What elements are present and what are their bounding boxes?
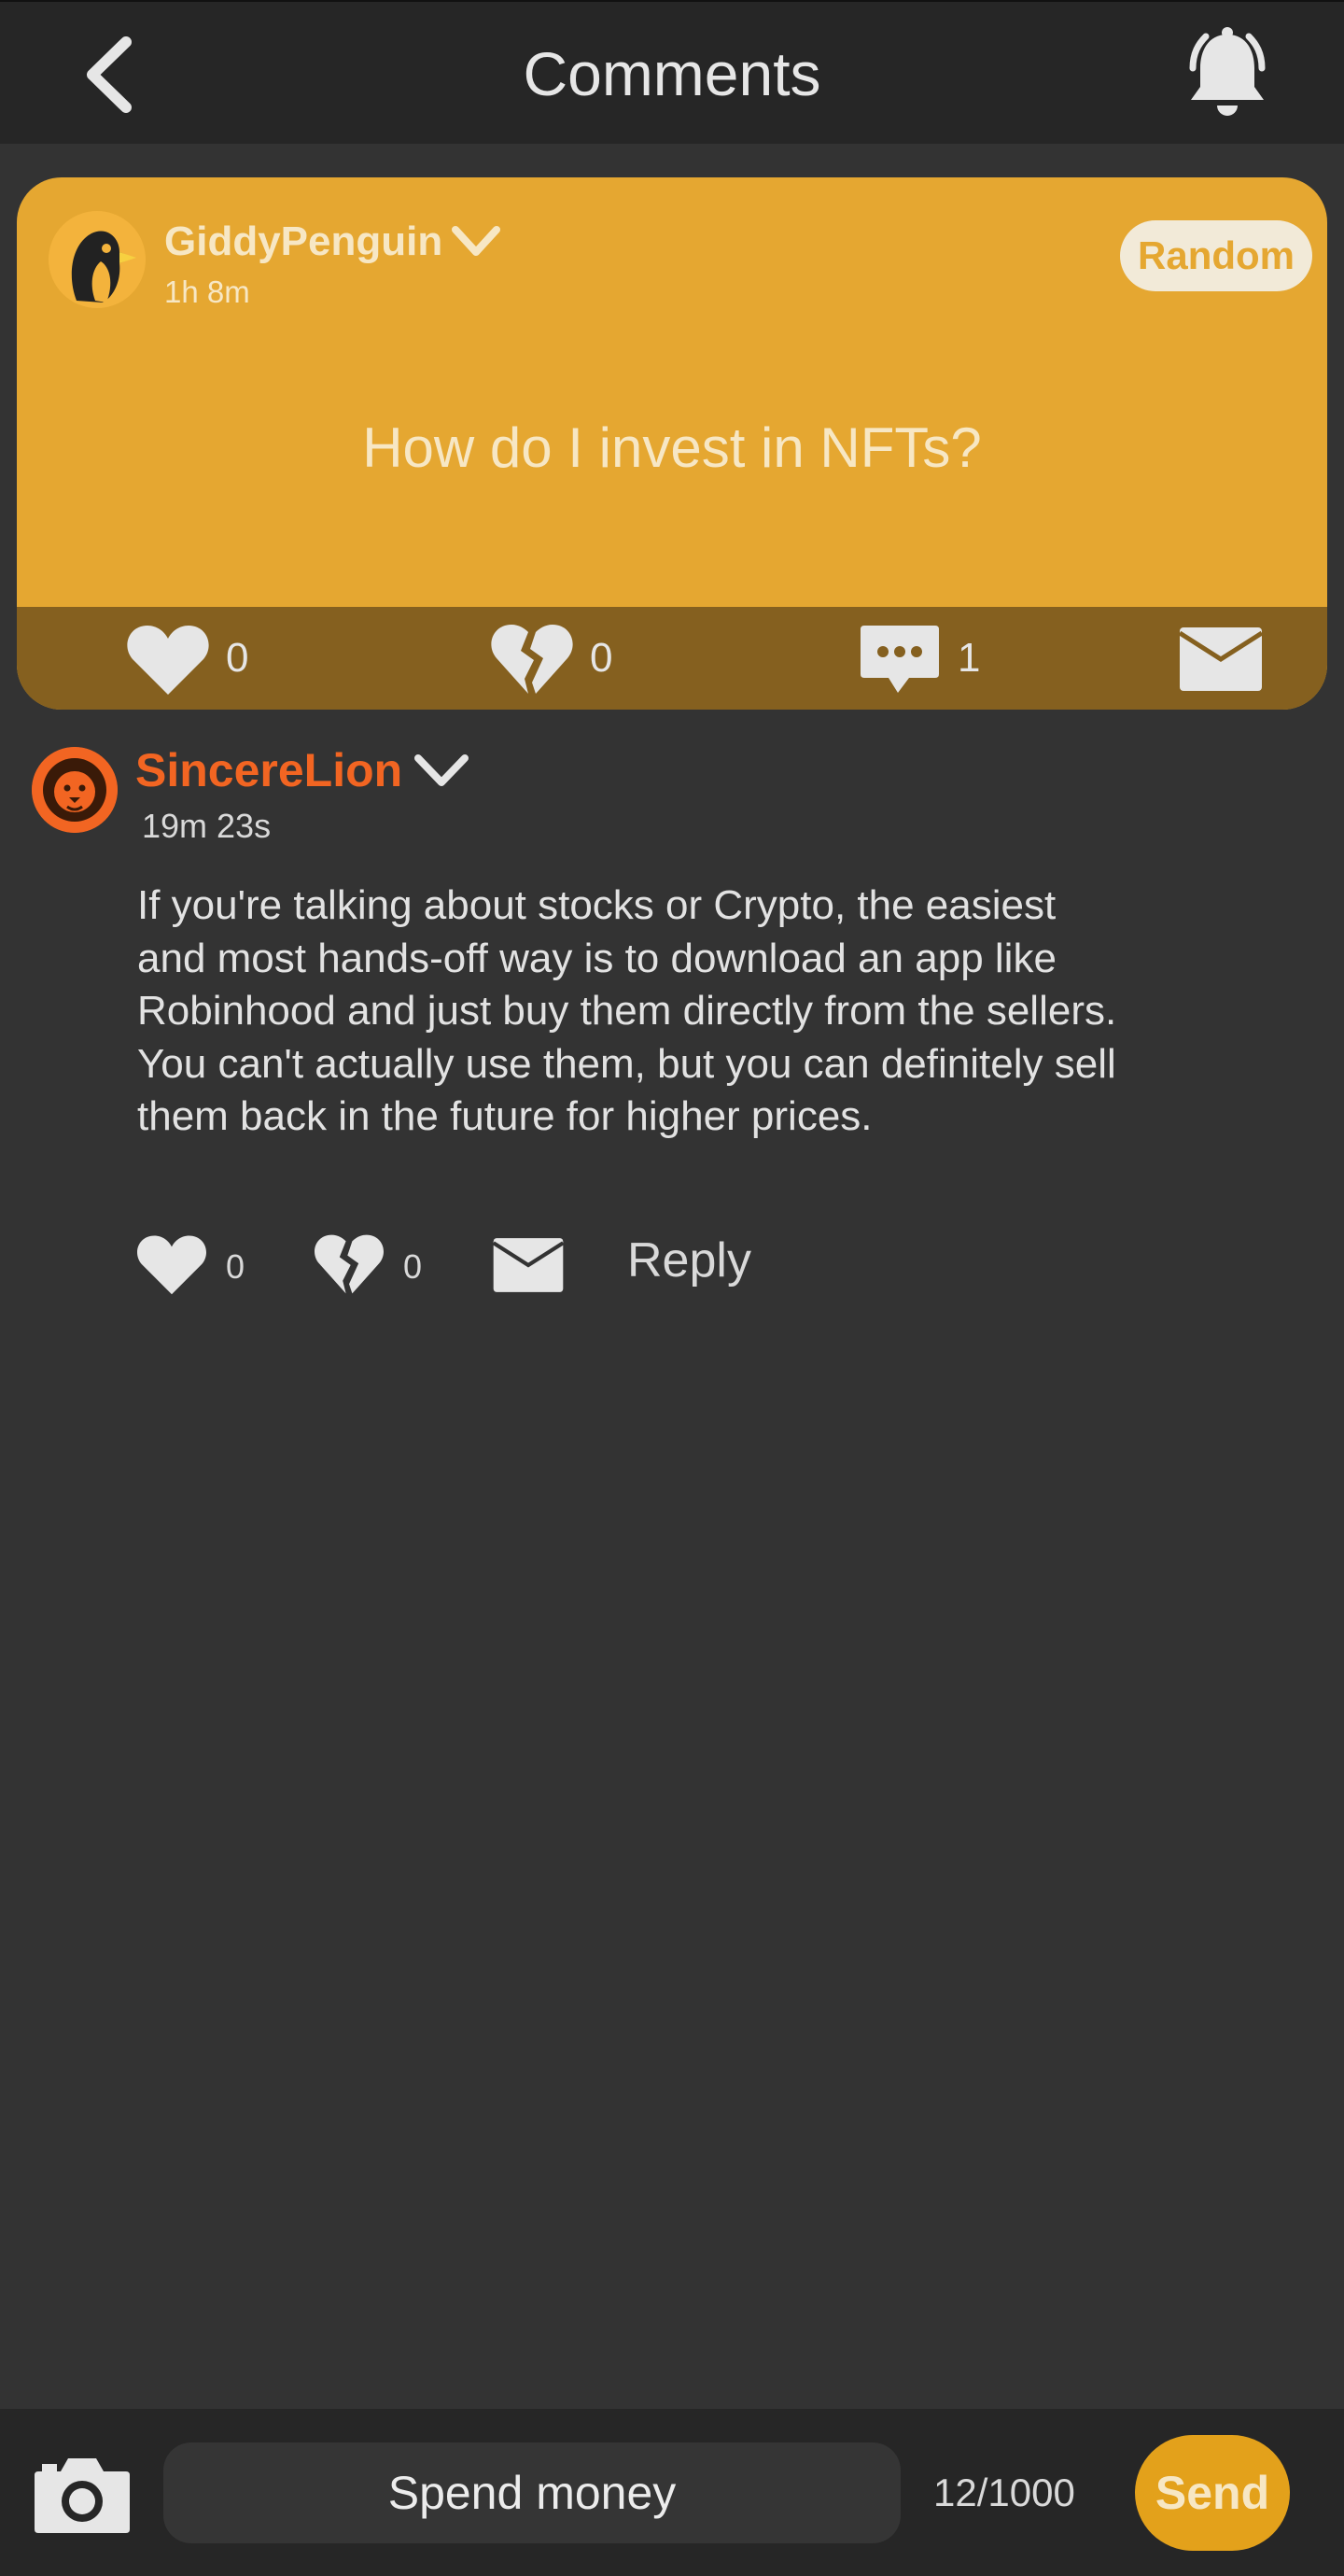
- post-username[interactable]: GiddyPenguin: [164, 218, 442, 265]
- dislike-button[interactable]: [485, 620, 579, 698]
- comment-message-button[interactable]: [489, 1232, 567, 1298]
- post-timestamp: 1h 8m: [164, 274, 250, 309]
- comment-input[interactable]: [163, 2442, 901, 2543]
- comment-composer: 12/1000 Send: [0, 2409, 1344, 2576]
- chevron-down-icon[interactable]: [411, 747, 472, 794]
- envelope-icon: [492, 1238, 565, 1292]
- post-question: How do I invest in NFTs?: [362, 416, 982, 479]
- post-comment-count: 1: [958, 635, 981, 681]
- lion-avatar[interactable]: [32, 747, 118, 833]
- comment-timestamp: 19m 23s: [142, 807, 272, 845]
- reply-button[interactable]: Reply: [627, 1232, 751, 1288]
- camera-button[interactable]: [32, 2450, 133, 2538]
- bell-ringing-icon: [1189, 27, 1266, 116]
- broken-heart-icon: [491, 625, 573, 694]
- comment-text: If you're talking about stocks or Crypto…: [137, 882, 1117, 1139]
- penguin-icon: [49, 211, 146, 308]
- heart-icon: [137, 1235, 206, 1295]
- lion-icon: [32, 747, 118, 833]
- penguin-avatar[interactable]: [49, 211, 146, 308]
- comment-username[interactable]: SincereLion: [135, 743, 402, 797]
- post-like-count: 0: [226, 635, 249, 681]
- chevron-down-icon[interactable]: [448, 220, 504, 263]
- heart-icon: [127, 626, 209, 695]
- random-button[interactable]: Random: [1120, 220, 1312, 291]
- broken-heart-icon: [315, 1234, 384, 1294]
- notifications-button[interactable]: [1171, 22, 1283, 125]
- top-bar: Comments: [0, 0, 1344, 144]
- comment-dislike-count: 0: [403, 1247, 423, 1286]
- comment-dislike-button[interactable]: [310, 1229, 388, 1300]
- comment-like-button[interactable]: [133, 1229, 211, 1300]
- post-action-bar: 0 0 1: [17, 607, 1327, 710]
- send-button[interactable]: Send: [1135, 2435, 1290, 2551]
- like-button[interactable]: [121, 620, 215, 698]
- page-title: Comments: [523, 39, 821, 108]
- comment-like-count: 0: [226, 1247, 245, 1286]
- speech-bubble-icon: [861, 626, 939, 693]
- envelope-icon: [1178, 627, 1264, 691]
- post-card: GiddyPenguin 1h 8m Random How do I inves…: [17, 177, 1327, 710]
- character-counter: 12/1000: [933, 2470, 1075, 2514]
- comments-button[interactable]: [853, 620, 946, 698]
- message-button[interactable]: [1174, 620, 1267, 698]
- post-dislike-count: 0: [590, 635, 613, 681]
- camera-icon: [35, 2458, 130, 2533]
